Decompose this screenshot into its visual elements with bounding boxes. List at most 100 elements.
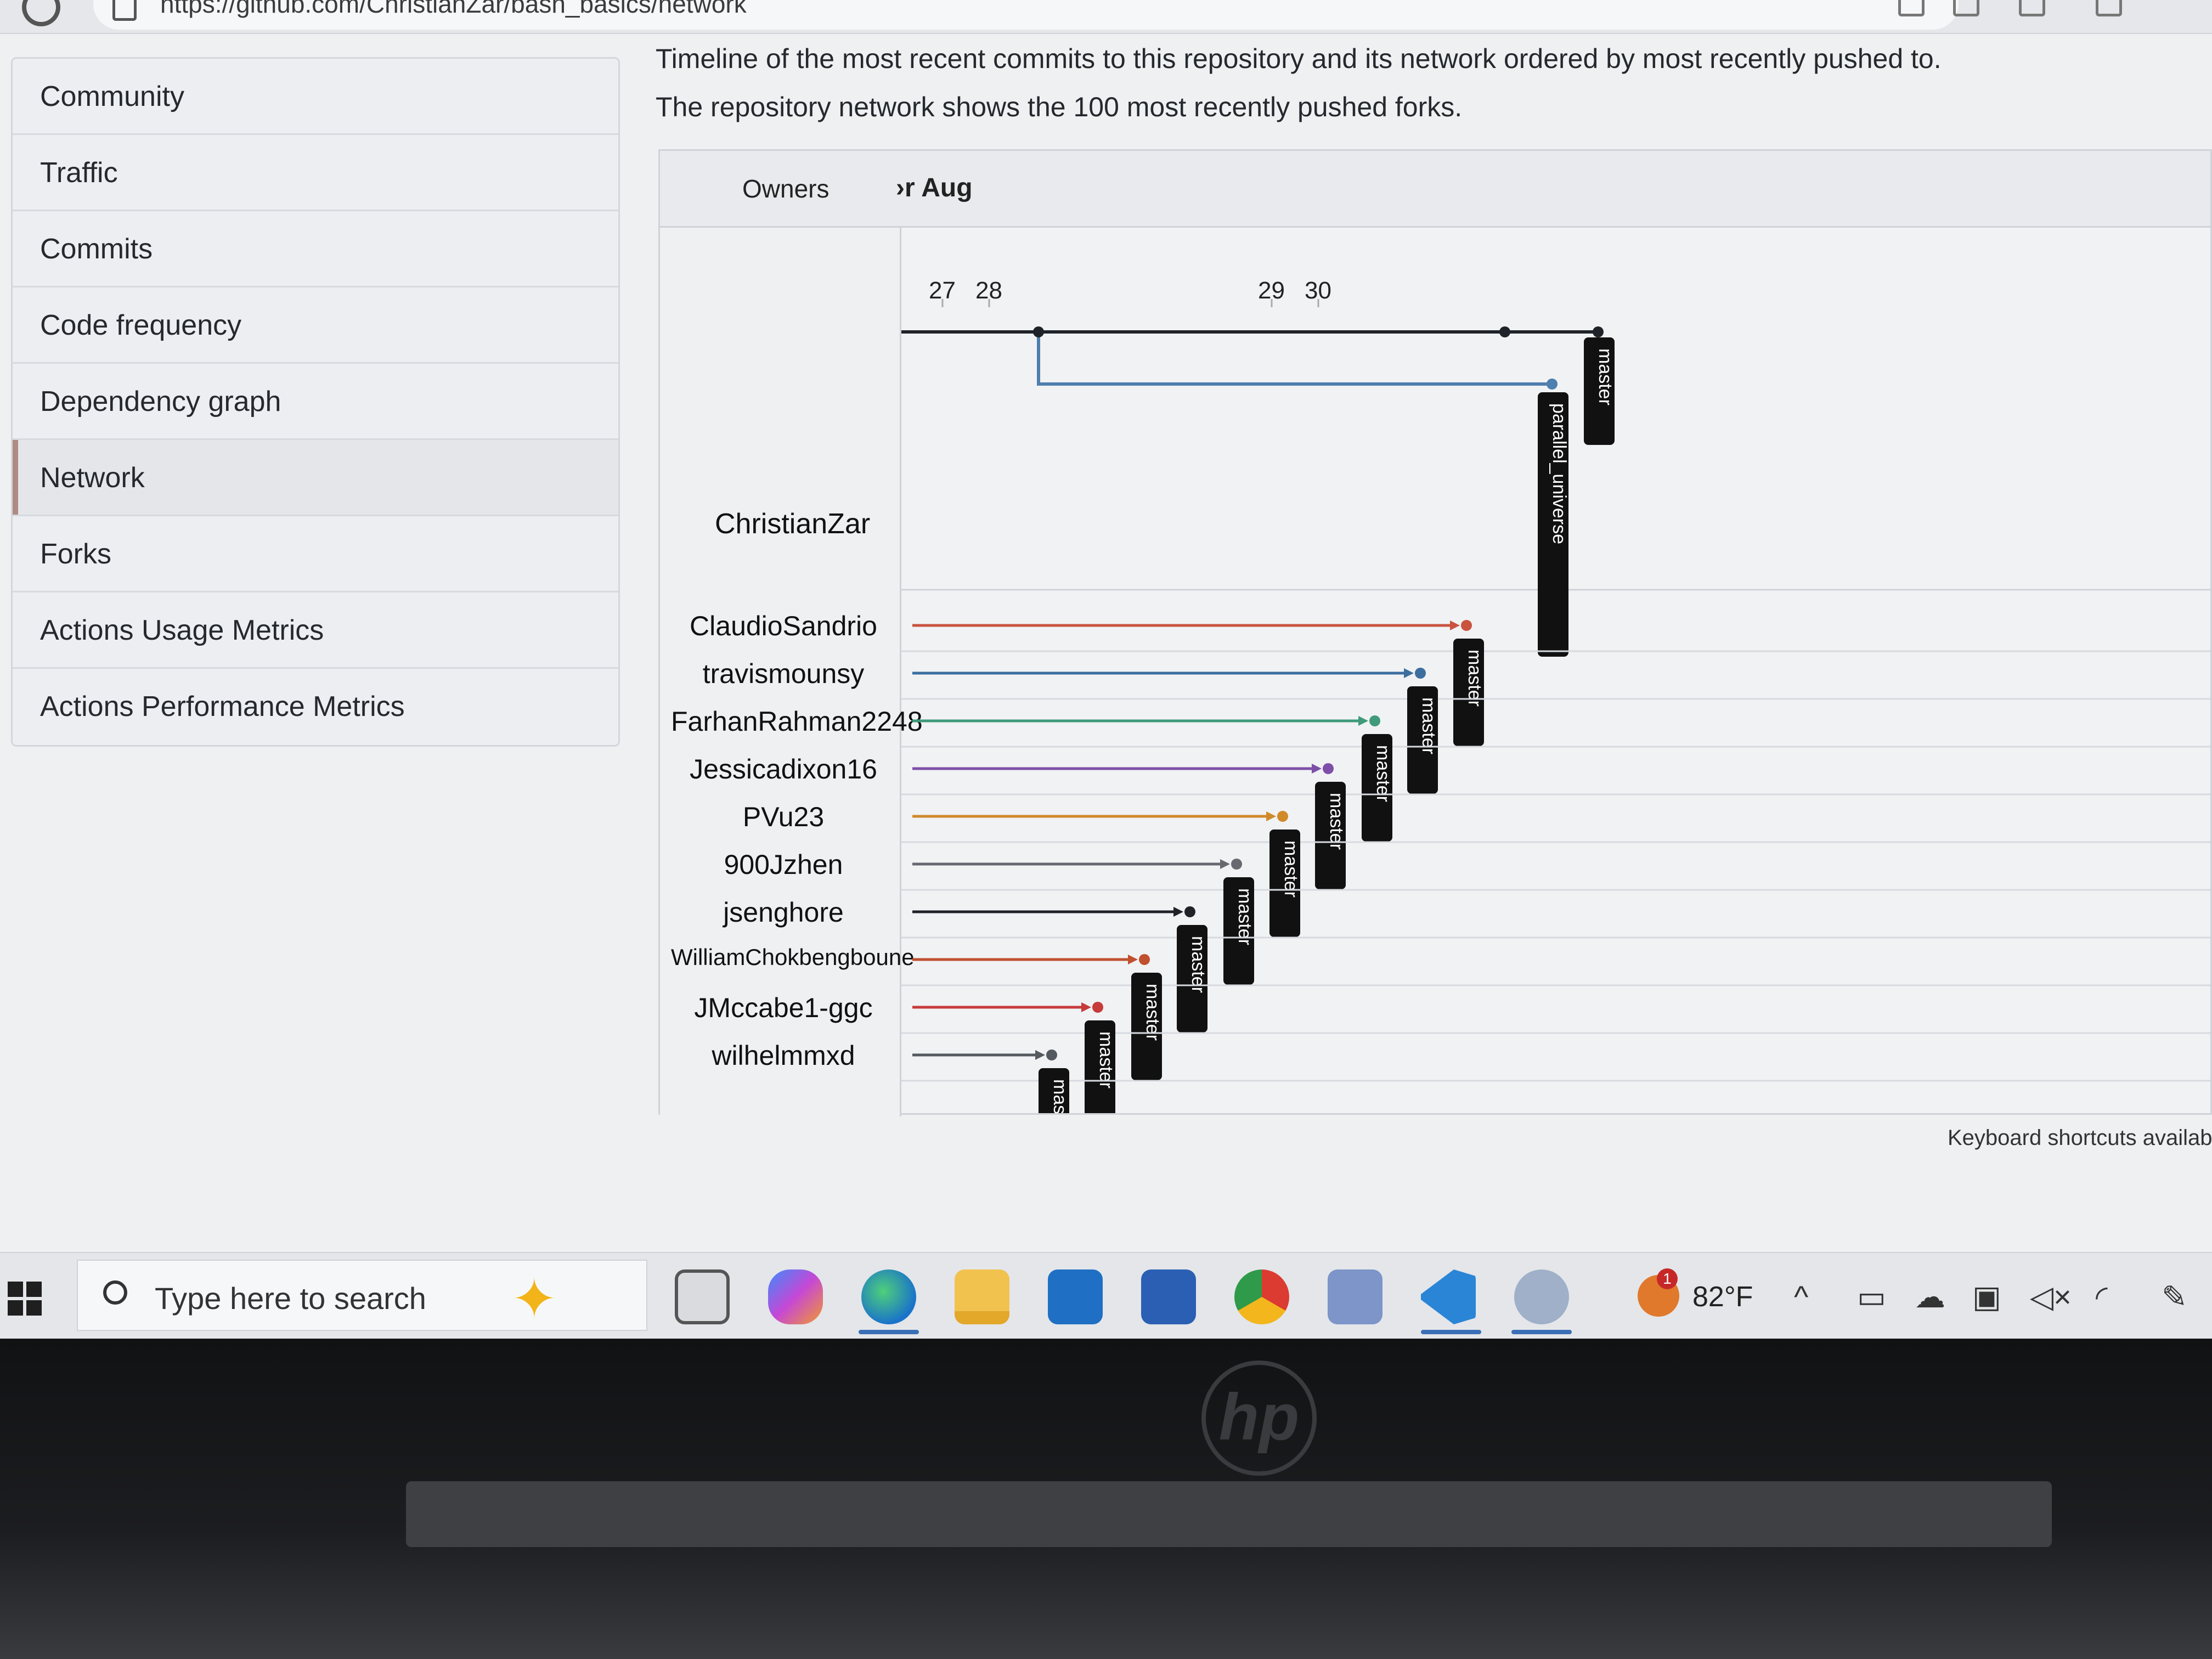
branch-label-parallel-universe: parallel_universe: [1549, 403, 1570, 544]
branch-label-fork: master: [1464, 650, 1485, 707]
sidebar-item-label: Actions Usage Metrics: [40, 614, 324, 646]
speaker-muted-icon[interactable]: ◁×: [2030, 1282, 2072, 1312]
fork-commit-dot: [1231, 859, 1242, 870]
fork-commit-dot: [1184, 906, 1195, 917]
fork-arrow: [1404, 668, 1414, 678]
branch-label-fork: master: [1142, 984, 1163, 1041]
copilot-sparkle-icon[interactable]: ✦: [511, 1272, 557, 1327]
reload-icon[interactable]: [22, 0, 60, 26]
fork-arrow: [1220, 859, 1230, 869]
network-graph-canvas[interactable]: masterparallel_universemastermastermaste…: [660, 151, 2210, 1113]
url-text[interactable]: https://github.com/ChristianZar/bash_bas…: [160, 0, 747, 19]
sidebar-item-actions-performance-metrics[interactable]: Actions Performance Metrics: [13, 669, 618, 745]
chrome-icon[interactable]: [1234, 1269, 1289, 1324]
network-graph[interactable]: Owners ›r Aug ChristianZar 27 28 29 30 Clau…: [658, 149, 2212, 1116]
page-content: Community Traffic Commits Code frequency…: [0, 34, 2212, 1252]
sidebar-item-label: Code frequency: [40, 309, 242, 341]
site-info-icon[interactable]: [112, 0, 137, 21]
fork-commit-dot: [1277, 811, 1288, 822]
snipping-tool-icon[interactable]: [1514, 1269, 1569, 1324]
network-forks-note: The repository network shows the 100 mos…: [656, 92, 1463, 122]
copilot-icon[interactable]: [768, 1269, 823, 1324]
sidebar-item-actions-usage-metrics[interactable]: Actions Usage Metrics: [13, 592, 618, 669]
hp-logo: hp: [1201, 1361, 1317, 1476]
fork-commit-dot: [1323, 763, 1334, 774]
sidebar-item-label: Traffic: [40, 157, 118, 189]
wifi-icon[interactable]: ◜: [2096, 1282, 2108, 1312]
branch-label-fork: master: [1326, 793, 1347, 850]
fork-arrow: [1450, 620, 1460, 630]
temperature[interactable]: 82°F: [1692, 1280, 1753, 1313]
branch-label-master: master: [1595, 348, 1616, 405]
fork-commit-dot: [1092, 1002, 1103, 1013]
branch-label-fork: master: [1373, 745, 1393, 802]
fork-arrow: [1312, 764, 1322, 774]
read-aloud-icon[interactable]: [1953, 0, 1979, 16]
fork-commit-dot: [1461, 620, 1472, 631]
laptop-screen: https://github.com/ChristianZar/bash_bas…: [0, 0, 2212, 1339]
sidebar-item-traffic[interactable]: Traffic: [13, 135, 618, 211]
vscode-active-indicator: [1421, 1330, 1481, 1334]
sidebar-item-label: Dependency graph: [40, 386, 281, 417]
snipping-tool-active-indicator: [1511, 1330, 1572, 1334]
edge-icon[interactable]: [861, 1269, 916, 1324]
network-app-icon[interactable]: [1328, 1269, 1383, 1324]
sidebar-item-dependency-graph[interactable]: Dependency graph: [13, 364, 618, 440]
fork-commit-dot: [1369, 715, 1380, 726]
branch-line-parallel-universe: [1037, 332, 1549, 386]
sidebar-item-label: Actions Performance Metrics: [40, 691, 405, 723]
extensions-icon[interactable]: [2096, 0, 2122, 16]
insights-sidebar: Community Traffic Commits Code frequency…: [11, 57, 620, 747]
branch-label-fork: mast: [1049, 1079, 1070, 1113]
fork-arrow: [1358, 716, 1368, 726]
fork-arrow: [1266, 811, 1276, 821]
branch-label-fork: master: [1418, 697, 1439, 754]
branch-label-fork: master: [1096, 1031, 1116, 1088]
sidebar-item-commits[interactable]: Commits: [13, 211, 618, 287]
laptop-hinge: [406, 1481, 2052, 1547]
chevron-up-icon[interactable]: ^: [1794, 1282, 1808, 1312]
battery-icon[interactable]: ▣: [1972, 1282, 2001, 1312]
commit-dot: [1499, 326, 1510, 337]
sidebar-item-community[interactable]: Community: [13, 59, 618, 135]
meet-now-icon[interactable]: ▭: [1857, 1282, 1886, 1312]
fork-commit-dot: [1139, 954, 1150, 965]
sidebar-item-forks[interactable]: Forks: [13, 516, 618, 592]
outlook-icon[interactable]: [1048, 1269, 1103, 1324]
fork-arrow: [1035, 1050, 1045, 1060]
branch-label-fork: master: [1280, 840, 1301, 898]
store-icon[interactable]: [1141, 1269, 1196, 1324]
file-explorer-icon[interactable]: [955, 1269, 1009, 1324]
browser-address-bar: https://github.com/ChristianZar/bash_bas…: [0, 0, 2212, 34]
taskbar-search-box[interactable]: Type here to search ✦: [77, 1260, 647, 1331]
sidebar-item-label: Community: [40, 81, 184, 112]
sidebar-item-code-frequency[interactable]: Code frequency: [13, 287, 618, 364]
sidebar-item-network[interactable]: Network: [13, 440, 618, 516]
onedrive-icon[interactable]: ☁: [1915, 1282, 1945, 1312]
weather-notification-badge: 1: [1657, 1268, 1678, 1289]
windows-start-icon[interactable]: [8, 1282, 42, 1316]
fork-commit-dot: [1415, 668, 1426, 679]
branch-label-fork: master: [1234, 888, 1255, 945]
favorite-icon[interactable]: [2019, 0, 2045, 16]
search-placeholder: Type here to search: [155, 1281, 426, 1316]
task-view-icon[interactable]: [675, 1269, 730, 1324]
branch-label-fork: master: [1188, 936, 1209, 993]
sidebar-item-label: Commits: [40, 233, 153, 265]
windows-taskbar: Type here to search ✦ 1 82°F ^ ▭ ☁ ▣ ◁× …: [0, 1252, 2212, 1339]
fork-arrow: [1173, 907, 1183, 917]
search-icon: [103, 1280, 127, 1305]
pen-icon[interactable]: ✎: [2162, 1282, 2187, 1312]
sidebar-item-label: Network: [40, 462, 145, 494]
commit-dot: [1547, 379, 1558, 390]
split-view-icon[interactable]: [1898, 0, 1925, 16]
network-description: Timeline of the most recent commits to t…: [656, 43, 1942, 74]
keyboard-shortcuts-hint[interactable]: Keyboard shortcuts availab: [1948, 1126, 2212, 1150]
edge-active-indicator: [859, 1330, 919, 1334]
fork-arrow: [1128, 955, 1138, 964]
fork-arrow: [1081, 1002, 1091, 1012]
commit-dot: [1593, 326, 1604, 337]
vscode-icon[interactable]: [1421, 1269, 1476, 1324]
commit-dot: [1033, 326, 1044, 337]
fork-commit-dot: [1046, 1049, 1057, 1060]
